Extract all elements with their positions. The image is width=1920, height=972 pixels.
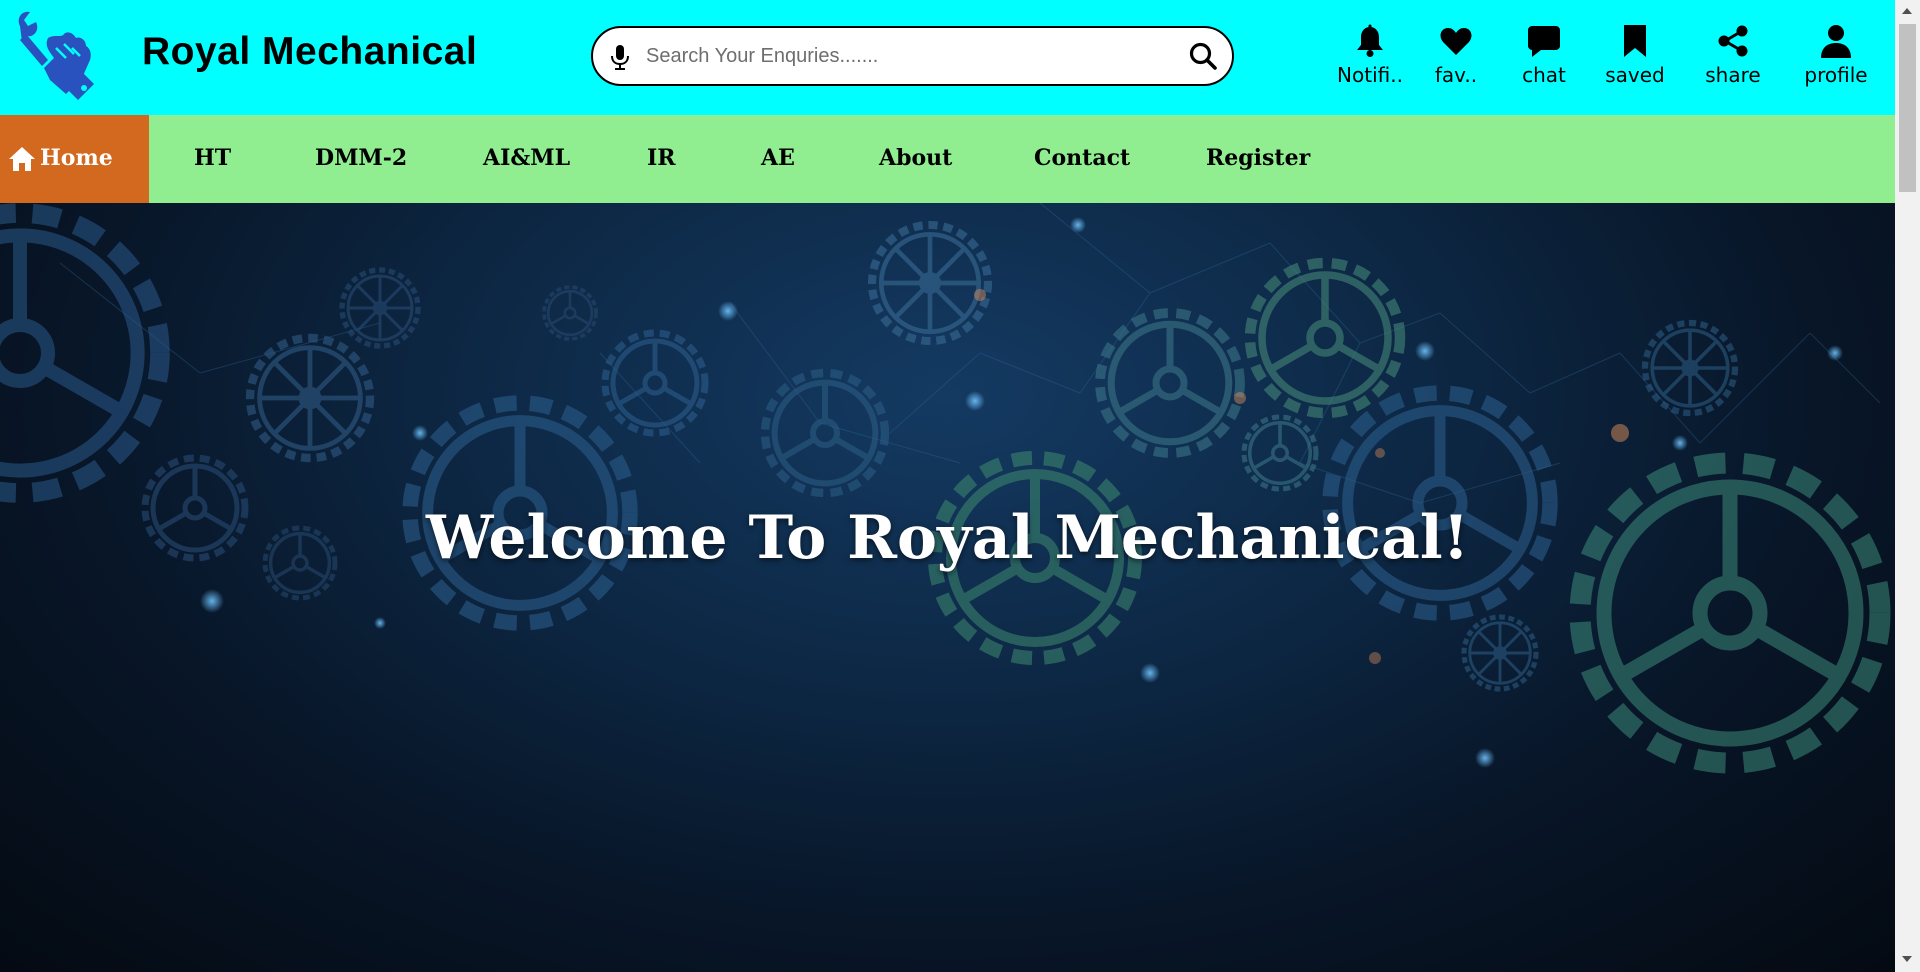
- search-bar: [591, 26, 1234, 86]
- search-input[interactable]: [646, 36, 1166, 76]
- page: Royal Mechanical Notifi..: [0, 0, 1895, 972]
- share-icon: [1718, 25, 1748, 57]
- share-button[interactable]: share: [1688, 22, 1778, 94]
- chat-label: chat: [1522, 63, 1566, 87]
- saved-label: saved: [1605, 63, 1665, 87]
- nav-dmm-2[interactable]: DMM-2: [315, 145, 407, 171]
- nav-ht[interactable]: HT: [194, 145, 231, 171]
- main-nav: Home HT DMM-2 AI&ML IR AE About Contact …: [0, 115, 1895, 203]
- microphone-icon[interactable]: [609, 44, 631, 70]
- scroll-up-arrow-icon[interactable]: [1902, 8, 1912, 14]
- wrench-hand-icon[interactable]: [10, 8, 102, 100]
- nav-home-label: Home: [40, 145, 113, 171]
- site-title: Royal Mechanical: [142, 30, 478, 73]
- heart-icon: [1440, 28, 1472, 55]
- nav-about[interactable]: About: [879, 145, 952, 171]
- nav-register[interactable]: Register: [1206, 145, 1310, 171]
- page-scrollbar[interactable]: [1895, 0, 1920, 972]
- favourites-label: fav..: [1434, 63, 1478, 87]
- nav-ae[interactable]: AE: [761, 145, 795, 171]
- magnifier-icon[interactable]: [1188, 41, 1218, 71]
- header: Royal Mechanical Notifi..: [0, 0, 1895, 115]
- nav-contact[interactable]: Contact: [1034, 145, 1130, 171]
- home-icon: [9, 147, 35, 171]
- notifications-label: Notifi..: [1337, 63, 1403, 87]
- saved-button[interactable]: saved: [1590, 22, 1680, 94]
- nav-home[interactable]: Home: [0, 115, 149, 203]
- chat-icon: [1528, 26, 1560, 57]
- share-label: share: [1705, 63, 1761, 87]
- profile-button[interactable]: profile: [1791, 22, 1881, 94]
- user-icon: [1821, 25, 1851, 58]
- nav-ai-ml[interactable]: AI&ML: [483, 145, 570, 171]
- notifications-button[interactable]: Notifi..: [1325, 22, 1415, 94]
- scroll-down-arrow-icon[interactable]: [1902, 956, 1912, 962]
- scrollbar-thumb[interactable]: [1899, 24, 1916, 192]
- hero-title: Welcome To Royal Mechanical!: [425, 503, 1470, 573]
- gears-background-image: [0, 203, 1895, 972]
- bookmark-icon: [1624, 25, 1646, 57]
- favourites-button[interactable]: fav..: [1411, 22, 1501, 94]
- bell-icon: [1357, 24, 1383, 57]
- chat-button[interactable]: chat: [1499, 22, 1589, 94]
- nav-ir[interactable]: IR: [647, 145, 676, 171]
- profile-label: profile: [1804, 63, 1868, 87]
- hero-banner: Welcome To Royal Mechanical!: [0, 203, 1895, 972]
